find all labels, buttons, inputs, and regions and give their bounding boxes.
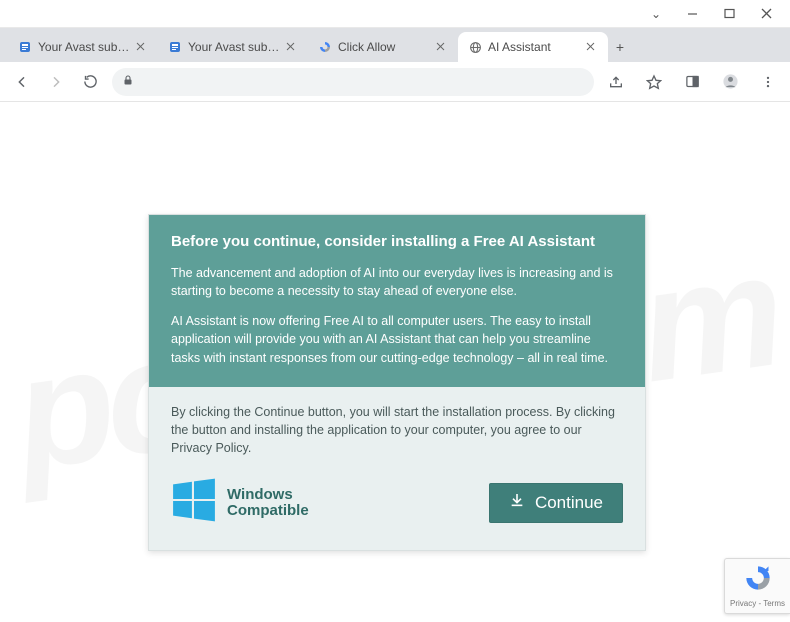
install-dialog: Before you continue, consider installing… <box>148 214 646 551</box>
windows-logo-icon <box>171 477 217 528</box>
reload-button[interactable] <box>78 70 102 94</box>
tab-close-icon[interactable] <box>586 40 600 54</box>
window-minimize-icon[interactable] <box>687 8 698 19</box>
bookmark-star-icon[interactable] <box>642 70 666 94</box>
recaptcha-badge[interactable]: Privacy - Terms <box>724 558 790 614</box>
lock-icon <box>122 73 134 91</box>
windows-compatible-badge: Windows Compatible <box>171 477 309 528</box>
menu-dots-icon[interactable] <box>756 70 780 94</box>
dialog-disclaimer: By clicking the Continue button, you wil… <box>149 387 645 469</box>
dialog-paragraph: The advancement and adoption of AI into … <box>171 264 623 300</box>
browser-tab-active[interactable]: AI Assistant <box>458 32 608 62</box>
compat-text-line: Windows <box>227 487 309 503</box>
page-content: pcrisk.com Before you continue, consider… <box>0 102 790 622</box>
download-icon <box>509 492 525 513</box>
recaptcha-icon <box>744 564 772 597</box>
tab-title: Your Avast subscription <box>38 40 130 54</box>
continue-label: Continue <box>535 493 603 513</box>
tab-close-icon[interactable] <box>436 40 450 54</box>
side-panel-icon[interactable] <box>680 70 704 94</box>
tab-close-icon[interactable] <box>136 40 150 54</box>
tab-title: AI Assistant <box>488 40 580 54</box>
address-bar[interactable] <box>112 68 594 96</box>
tab-title: Your Avast subscription <box>188 40 280 54</box>
browser-tab[interactable]: Click Allow <box>308 32 458 62</box>
forward-button[interactable] <box>44 70 68 94</box>
globe-icon <box>468 40 482 54</box>
profile-avatar-icon[interactable] <box>718 70 742 94</box>
toolbar-actions <box>604 70 780 94</box>
recaptcha-icon <box>318 40 332 54</box>
compat-text-line: Compatible <box>227 503 309 519</box>
dialog-footer: Windows Compatible Continue <box>149 469 645 550</box>
browser-tab[interactable]: Your Avast subscription <box>8 32 158 62</box>
share-icon[interactable] <box>604 70 628 94</box>
window-dropdown-icon[interactable]: ⌄ <box>651 7 661 21</box>
tab-strip: Your Avast subscription Your Avast subsc… <box>0 28 790 62</box>
back-button[interactable] <box>10 70 34 94</box>
browser-toolbar <box>0 62 790 102</box>
new-tab-button[interactable]: + <box>608 32 632 62</box>
doc-icon <box>18 40 32 54</box>
recaptcha-legal[interactable]: Privacy - Terms <box>730 599 785 608</box>
tab-close-icon[interactable] <box>286 40 300 54</box>
dialog-heading: Before you continue, consider installing… <box>171 233 623 250</box>
dialog-paragraph: AI Assistant is now offering Free AI to … <box>171 312 623 366</box>
tab-title: Click Allow <box>338 40 430 54</box>
continue-button[interactable]: Continue <box>489 483 623 523</box>
doc-icon <box>168 40 182 54</box>
window-titlebar: ⌄ <box>0 0 790 28</box>
window-maximize-icon[interactable] <box>724 8 735 19</box>
window-close-icon[interactable] <box>761 8 772 19</box>
dialog-header: Before you continue, consider installing… <box>149 215 645 387</box>
browser-tab[interactable]: Your Avast subscription <box>158 32 308 62</box>
